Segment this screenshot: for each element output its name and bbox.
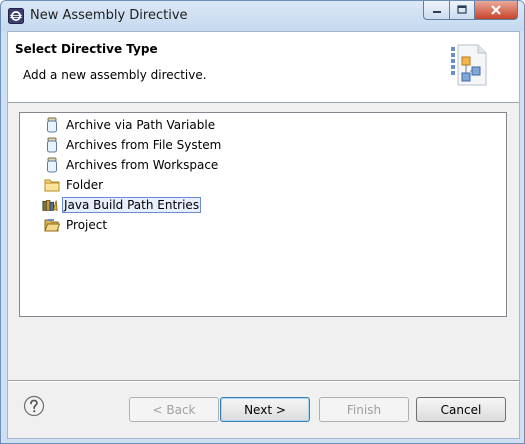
folder-icon [44, 177, 60, 193]
finish-button[interactable]: Finish [319, 397, 409, 422]
dialog-window: New Assembly Directive Select Directive … [0, 0, 525, 444]
window-title: New Assembly Directive [30, 8, 188, 23]
jar-icon [44, 157, 60, 173]
jar-icon [44, 137, 60, 153]
page-title: Select Directive Type [15, 42, 158, 56]
maximize-icon [457, 5, 467, 14]
window-controls [423, 1, 518, 20]
title-bar[interactable]: New Assembly Directive [1, 1, 524, 31]
minimize-icon [432, 11, 441, 13]
tree-item-project[interactable]: Project [44, 216, 109, 234]
jar-icon [44, 117, 60, 133]
tree-item-label: Java Build Path Entries [62, 197, 202, 213]
directive-type-tree[interactable]: Archive via Path Variable Archives from … [19, 112, 507, 317]
tree-item-label: Archives from Workspace [66, 158, 219, 172]
wizard-banner: Select Directive Type Add a new assembly… [8, 32, 519, 103]
dialog-client-area: Select Directive Type Add a new assembly… [7, 31, 520, 439]
help-icon[interactable] [23, 395, 45, 417]
close-button[interactable] [475, 1, 518, 20]
close-icon [491, 5, 501, 15]
library-icon [42, 197, 58, 213]
tree-item-java-build-path-entries[interactable]: Java Build Path Entries [42, 196, 202, 214]
tree-item-label: Folder [66, 178, 104, 192]
minimize-button[interactable] [423, 1, 450, 20]
cancel-button[interactable]: Cancel [416, 397, 506, 422]
tree-item-archives-from-workspace[interactable]: Archives from Workspace [44, 156, 220, 174]
project-folder-icon [44, 217, 60, 233]
next-button[interactable]: Next > [220, 397, 310, 422]
tree-item-archive-via-path-variable[interactable]: Archive via Path Variable [44, 116, 217, 134]
tree-item-archives-from-file-system[interactable]: Archives from File System [44, 136, 223, 154]
button-bar-separator [8, 380, 519, 382]
maximize-button[interactable] [450, 1, 475, 20]
tree-item-folder[interactable]: Folder [44, 176, 105, 194]
tree-item-label: Archive via Path Variable [66, 118, 216, 132]
wizard-banner-icon [451, 44, 487, 86]
back-button[interactable]: < Back [129, 397, 219, 422]
page-description: Add a new assembly directive. [23, 68, 207, 82]
tree-item-label: Archives from File System [66, 138, 222, 152]
tree-item-label: Project [66, 218, 108, 232]
eclipse-app-icon [8, 8, 24, 24]
